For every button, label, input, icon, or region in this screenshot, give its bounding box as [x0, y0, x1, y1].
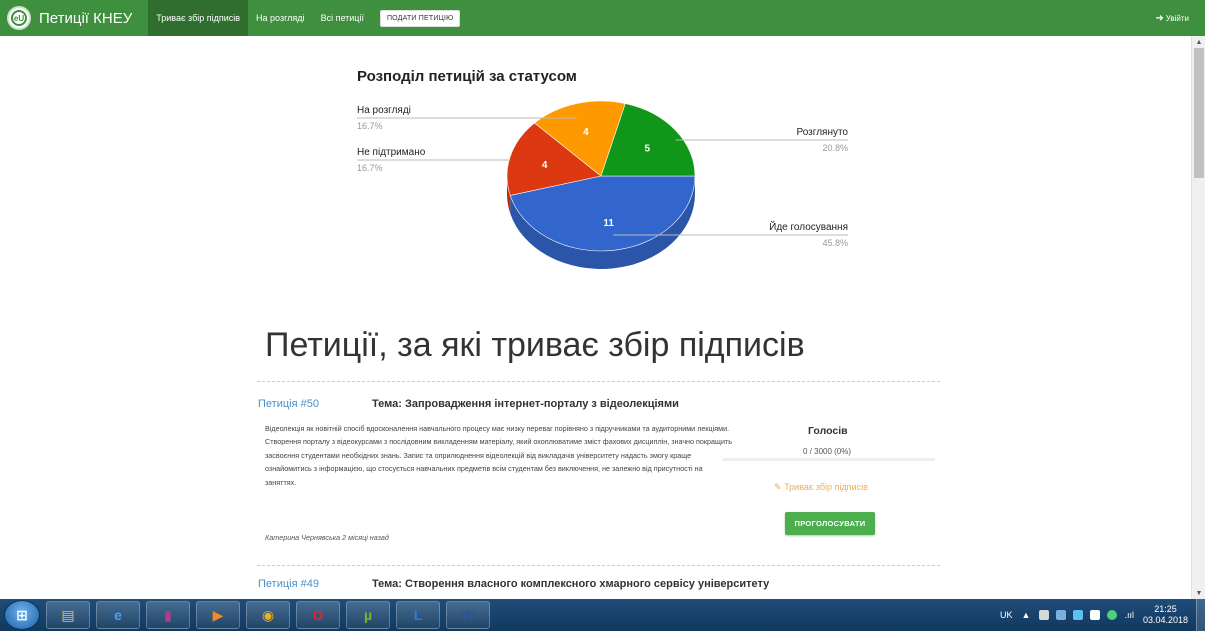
scroll-down-icon[interactable]: ▼ — [1192, 587, 1205, 599]
word-icon[interactable]: W — [446, 601, 490, 629]
divider — [257, 565, 940, 566]
scroll-thumb[interactable] — [1194, 48, 1204, 178]
cloud-icon[interactable] — [1073, 610, 1084, 620]
signal-icon[interactable]: .ııl — [1124, 610, 1134, 620]
pie-legend-percent: 16.7% — [357, 163, 383, 173]
pie-value-label: 4 — [542, 160, 548, 171]
pie-legend-name: На розгляді — [357, 105, 411, 116]
vertical-scrollbar[interactable]: ▲ ▼ — [1191, 36, 1205, 599]
windows-taskbar: ⊞ ▤ e ▮ ▶ ◉ Oµ L W UK ▲ .ııl 21:25 03.04.2018 — [0, 599, 1205, 631]
windows-start-icon[interactable]: ⊞ — [4, 600, 40, 630]
pie-legend-name: Розглянуто — [796, 127, 849, 138]
vote-button[interactable]: ПРОГОЛОСУВАТИ — [785, 512, 875, 535]
petition-author: Катерина Чернявська 2 місяці назад — [265, 533, 389, 542]
show-desktop-button[interactable] — [1196, 599, 1205, 631]
pie-value-label: 4 — [583, 127, 589, 138]
display-icon[interactable] — [1056, 610, 1067, 620]
petition-number-link[interactable]: Петиція #50 — [258, 398, 319, 410]
section-title: Петиції, за які триває збір підписів — [265, 326, 805, 364]
clock[interactable]: 21:25 03.04.2018 — [1143, 604, 1188, 626]
petition-status: ✎ Триває збір підписів — [774, 482, 868, 493]
petition-topic[interactable]: Тема: Створення власного комплексного хм… — [372, 578, 769, 590]
status-label: Триває збір підписів — [784, 482, 868, 492]
petition-number-link[interactable]: Петиція #49 — [258, 578, 319, 590]
pie-legend-percent: 45.8% — [822, 238, 848, 248]
pie-legend-name: Йде голосування — [769, 222, 848, 233]
language-indicator[interactable]: UK — [1000, 610, 1013, 620]
divider — [257, 381, 940, 382]
chrome-icon[interactable]: ◉ — [246, 601, 290, 629]
petition-description: Відеолекція як новітній спосіб вдосконал… — [265, 424, 733, 487]
utorrent-icon[interactable]: µ — [346, 601, 390, 629]
petition-topic[interactable]: Тема: Запровадження інтернет-порталу з в… — [372, 398, 679, 410]
lingvo-icon[interactable]: L — [396, 601, 440, 629]
tray-expand-icon[interactable]: ▲ — [1022, 610, 1031, 620]
pie-legend-name: Не підтримано — [357, 147, 426, 158]
pie-value-label: 5 — [644, 144, 650, 155]
opera-icon[interactable]: O — [296, 601, 340, 629]
file-explorer-icon[interactable]: ▤ — [46, 601, 90, 629]
votes-progress-bar — [722, 458, 935, 461]
edit-icon: ✎ — [774, 482, 782, 492]
system-tray: UK ▲ .ııl 21:25 03.04.2018 — [1000, 599, 1205, 631]
winrar-icon[interactable]: ▮ — [146, 601, 190, 629]
media-player-icon[interactable]: ▶ — [196, 601, 240, 629]
pie-legend-percent: 16.7% — [357, 121, 383, 131]
flag-icon[interactable] — [1090, 610, 1101, 620]
votes-title: Голосів — [808, 425, 848, 437]
pie-legend-percent: 20.8% — [822, 143, 848, 153]
scroll-up-icon[interactable]: ▲ — [1192, 36, 1205, 48]
network-icon[interactable] — [1039, 610, 1050, 620]
internet-explorer-icon[interactable]: e — [96, 601, 140, 629]
status-pie-chart: 11 4 4 5 — [357, 100, 848, 269]
clock-date: 03.04.2018 — [1142, 615, 1188, 625]
antivirus-icon[interactable] — [1107, 610, 1118, 620]
pie-value-label: 11 — [603, 218, 614, 229]
clock-time: 21:25 — [1154, 604, 1177, 614]
votes-count: 0 / 3000 (0%) — [803, 447, 852, 456]
taskbar-apps: ▤ e ▮ ▶ ◉ Oµ L W — [40, 601, 490, 629]
